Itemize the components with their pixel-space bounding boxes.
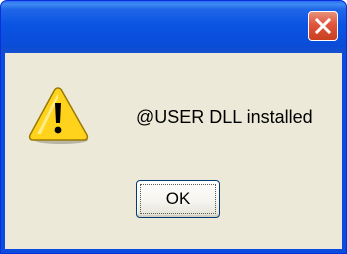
close-button[interactable]	[308, 11, 338, 41]
warning-icon	[28, 87, 89, 144]
dialog-message: @USER DLL installed	[136, 107, 313, 127]
message-dialog: @USER DLL installed OK	[0, 0, 347, 254]
dialog-body: @USER DLL installed OK	[5, 53, 342, 249]
ok-button-label: OK	[165, 189, 191, 208]
title-bar[interactable]	[1, 1, 346, 53]
close-icon	[314, 17, 332, 35]
ok-button[interactable]: OK	[136, 180, 220, 218]
